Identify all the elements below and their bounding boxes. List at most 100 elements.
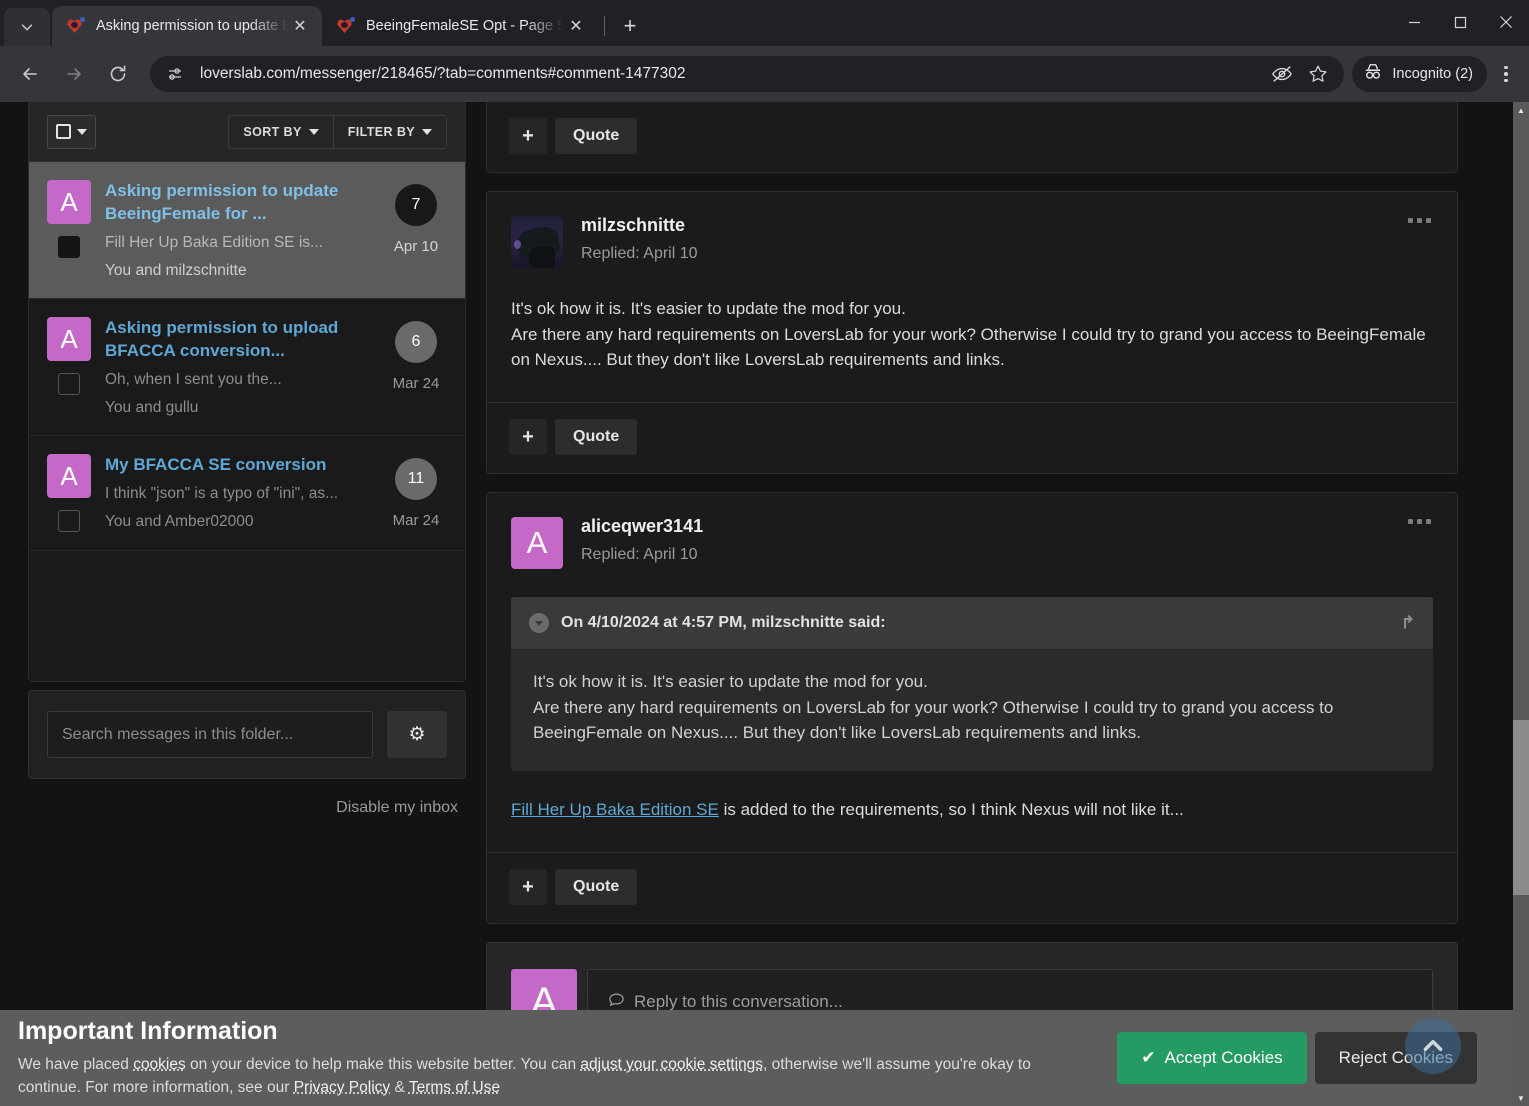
reply-pointer xyxy=(577,991,587,1012)
loverslab-heart-icon xyxy=(336,17,355,35)
message-author-block: aliceqwer3141 Replied: April 10 xyxy=(581,517,703,564)
blockquote-content: It's ok how it is. It's easier to update… xyxy=(511,649,1433,771)
conversation-checkbox[interactable] xyxy=(58,373,80,396)
conversation-checkbox[interactable] xyxy=(58,236,80,258)
quote-button[interactable]: Quote xyxy=(555,118,638,154)
conversation-participants: You and milzschnitte xyxy=(105,262,247,280)
blockquote-header: On 4/10/2024 at 4:57 PM, milzschnitte sa… xyxy=(511,597,1433,649)
share-icon[interactable]: ↱ xyxy=(1401,610,1415,635)
cookie-banner: Important Information We have placed coo… xyxy=(0,1010,1513,1106)
message-text-rest: is added to the requirements, so I think… xyxy=(718,800,1184,820)
gear-icon[interactable]: ⚙ xyxy=(387,711,447,759)
address-bar[interactable]: loverslab.com/messenger/218465/?tab=comm… xyxy=(150,56,1345,92)
maximize-icon[interactable] xyxy=(1437,0,1483,44)
message-author-block: milzschnitte Replied: April 10 xyxy=(581,215,698,263)
disable-inbox-link[interactable]: Disable my inbox xyxy=(28,779,466,817)
avatar: A xyxy=(47,454,91,499)
terms-of-use-link[interactable]: Terms of Use xyxy=(409,1079,500,1096)
incognito-label: Incognito (2) xyxy=(1392,66,1473,82)
quote-paragraph: It's ok how it is. It's easier to update… xyxy=(533,671,928,691)
cookie-text-1: We have placed xyxy=(18,1055,134,1073)
conversation-title[interactable]: My BFACCA SE conversion xyxy=(105,454,367,477)
tab-search-button[interactable] xyxy=(4,8,50,46)
scrollbar-thumb[interactable] xyxy=(1513,720,1529,895)
browser-tab-1[interactable]: Asking permission to update Be ✕ xyxy=(52,6,322,46)
minimize-icon[interactable] xyxy=(1391,0,1437,44)
conversation-body: My BFACCA SE conversion I think "json" i… xyxy=(105,454,367,532)
message-more-icon[interactable] xyxy=(1408,519,1431,525)
page-viewport: SORT BY FILTER BY A Asking permission to… xyxy=(0,102,1529,1106)
chevron-down-icon[interactable] xyxy=(529,613,549,634)
hide-password-icon[interactable] xyxy=(1266,58,1298,90)
multiquote-button[interactable]: + xyxy=(509,869,547,906)
window-controls xyxy=(1391,0,1529,44)
conversation-list-item[interactable]: A Asking permission to update BeeingFema… xyxy=(29,162,465,300)
conversation-participants: You and Amber02000 xyxy=(105,513,254,531)
browser-menu-icon[interactable] xyxy=(1491,57,1521,91)
incognito-profile-button[interactable]: Incognito (2) xyxy=(1352,56,1487,92)
cookie-settings-link[interactable]: adjust your cookie settings xyxy=(580,1056,763,1073)
list-sort-filter-group: SORT BY FILTER BY xyxy=(228,114,447,149)
conversation-list-item[interactable]: A Asking permission to upload BFACCA con… xyxy=(29,299,465,437)
loverslab-heart-icon xyxy=(66,17,85,35)
omnibox-actions xyxy=(1266,58,1338,90)
message-count-badge: 7 xyxy=(395,184,437,226)
conversation-meta: 7 Apr 10 xyxy=(381,180,451,280)
conversation-title[interactable]: Asking permission to upload BFACCA conve… xyxy=(105,317,367,363)
page-scrollbar[interactable]: ▲ ▼ xyxy=(1513,102,1529,1106)
back-icon[interactable] xyxy=(13,57,47,91)
filter-by-button[interactable]: FILTER BY xyxy=(332,115,446,148)
blockquote: On 4/10/2024 at 4:57 PM, milzschnitte sa… xyxy=(511,597,1433,772)
conversation-title[interactable]: Asking permission to update BeeingFemale… xyxy=(105,180,367,226)
message-actions: + Quote xyxy=(487,852,1457,923)
forward-icon[interactable] xyxy=(57,57,91,91)
quote-button[interactable]: Quote xyxy=(555,419,638,456)
quote-paragraph: Are there any hard requirements on Lover… xyxy=(533,697,1334,742)
new-tab-button[interactable]: + xyxy=(615,11,645,41)
scroll-to-top-button[interactable] xyxy=(1405,1018,1461,1074)
quote-button[interactable]: Quote xyxy=(555,869,638,906)
message-actions: + Quote xyxy=(487,102,1457,172)
accept-cookies-button[interactable]: ✔ Accept Cookies xyxy=(1117,1032,1307,1084)
avatar[interactable] xyxy=(511,216,563,268)
scroll-up-arrow-icon[interactable]: ▲ xyxy=(1513,102,1529,118)
message-actions: + Quote xyxy=(487,402,1457,473)
browser-window: Asking permission to update Be ✕ BeeingF… xyxy=(0,0,1529,1106)
chevron-down-icon xyxy=(422,128,432,135)
conversation-checkbox[interactable] xyxy=(58,510,80,533)
scroll-down-arrow-icon[interactable]: ▼ xyxy=(1513,1090,1529,1106)
privacy-policy-link[interactable]: Privacy Policy xyxy=(294,1079,390,1096)
accept-cookies-label: Accept Cookies xyxy=(1164,1048,1283,1067)
bookmark-star-icon[interactable] xyxy=(1302,58,1334,90)
conversation-list-item[interactable]: A My BFACCA SE conversion I think "json"… xyxy=(29,436,465,552)
messenger-sidebar: SORT BY FILTER BY A Asking permission to… xyxy=(0,102,466,1106)
browser-tab-2[interactable]: BeeingFemaleSE Opt - Page 5 - ✕ xyxy=(322,6,598,46)
message-paragraph: It's ok how it is. It's easier to update… xyxy=(511,299,906,318)
search-input[interactable] xyxy=(47,711,373,759)
message-paragraph: Fill Her Up Baka Edition SE is added to … xyxy=(511,797,1433,822)
conversation-list-panel: SORT BY FILTER BY A Asking permission to… xyxy=(28,102,466,683)
reload-icon[interactable] xyxy=(101,57,135,91)
close-window-icon[interactable] xyxy=(1483,0,1529,44)
checkbox-icon xyxy=(56,124,71,139)
avatar[interactable]: A xyxy=(511,517,563,570)
conversation-left: A xyxy=(47,454,91,533)
select-all-dropdown[interactable] xyxy=(47,114,96,149)
message-more-icon[interactable] xyxy=(1408,218,1431,223)
close-icon[interactable]: ✕ xyxy=(564,14,588,38)
close-icon[interactable]: ✕ xyxy=(288,14,312,38)
message-header: milzschnitte Replied: April 10 xyxy=(487,192,1457,268)
message-date: Replied: April 10 xyxy=(581,546,698,564)
message-body: It's ok how it is. It's easier to update… xyxy=(487,268,1457,402)
multiquote-button[interactable]: + xyxy=(509,419,547,456)
conversation-date: Mar 24 xyxy=(392,375,440,393)
avatar: A xyxy=(47,180,91,224)
mod-link[interactable]: Fill Her Up Baka Edition SE xyxy=(511,800,719,819)
multiquote-button[interactable]: + xyxy=(509,118,547,154)
conversation-left: A xyxy=(47,180,91,280)
sort-by-button[interactable]: SORT BY xyxy=(229,116,332,148)
message-author[interactable]: milzschnitte xyxy=(581,215,698,236)
site-settings-icon[interactable] xyxy=(160,59,190,89)
message-author[interactable]: aliceqwer3141 xyxy=(581,517,703,537)
cookies-link[interactable]: cookies xyxy=(133,1056,186,1073)
